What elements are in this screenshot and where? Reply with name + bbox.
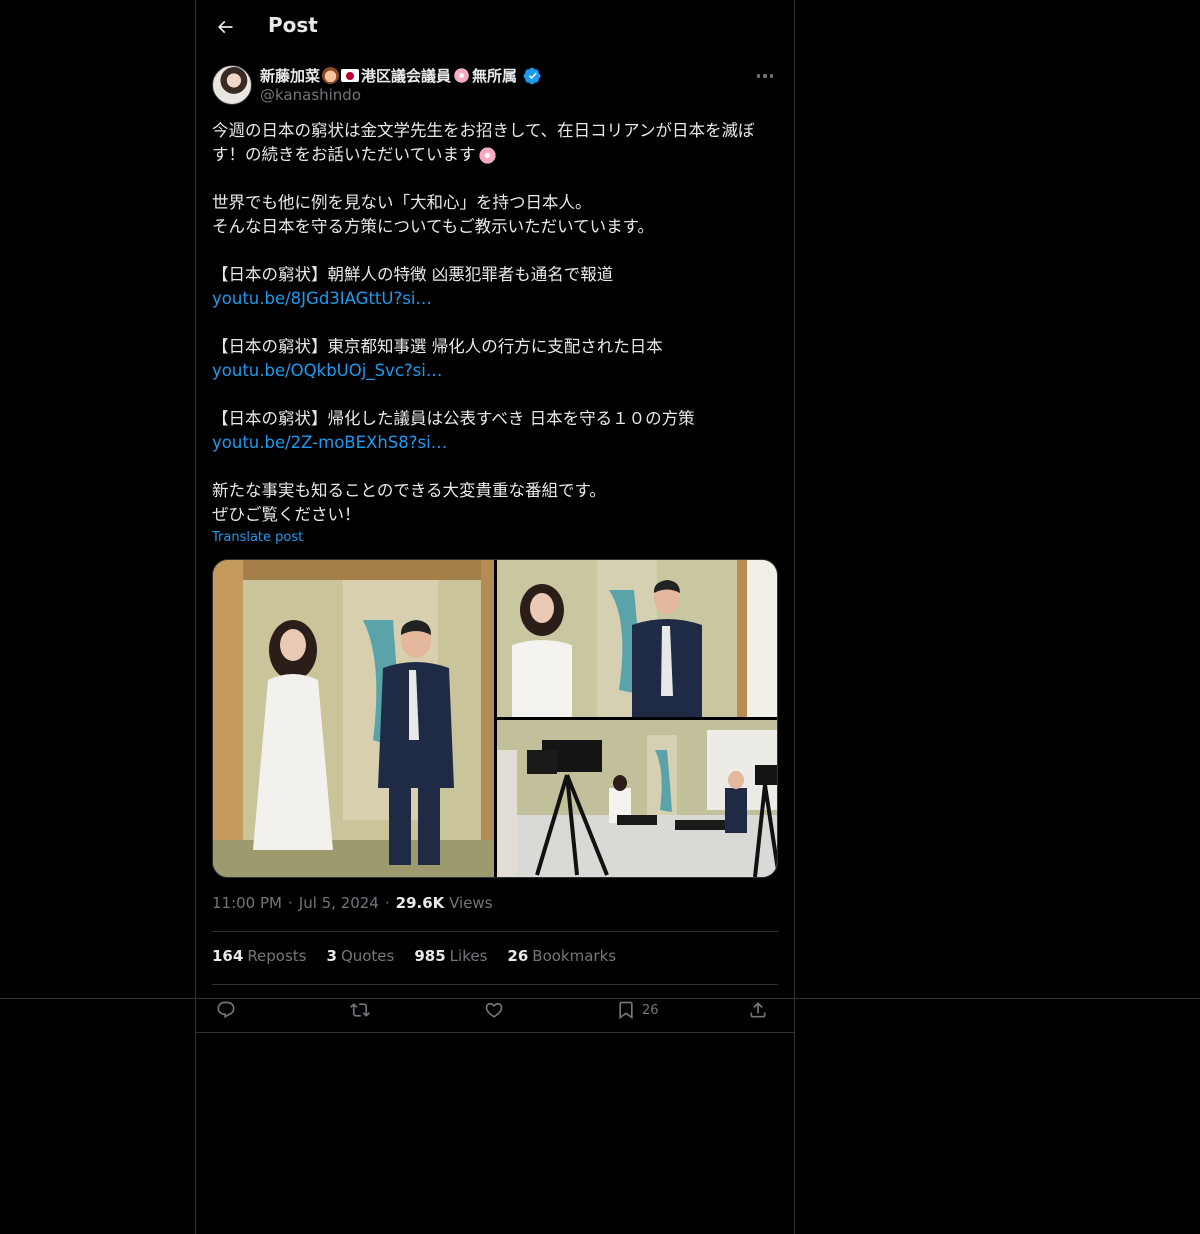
post-line: 新たな事実も知ることのできる大変貴重な番組です。 — [212, 481, 606, 500]
action-bar: 26 — [212, 996, 778, 1024]
more-options-button[interactable] — [752, 66, 778, 86]
photo-2[interactable] — [497, 560, 777, 717]
share-button[interactable] — [748, 996, 768, 1024]
reposts-count: 164 — [212, 947, 244, 965]
post-line: す！の続きをお話いただいています — [212, 143, 778, 167]
divider — [212, 984, 778, 985]
video-title: 【日本の窮状】東京都知事選 帰化人の行方に支配された日本 — [212, 337, 663, 356]
meta-separator: · — [384, 894, 390, 912]
verified-badge-icon — [523, 67, 541, 84]
japan-flag-icon — [341, 69, 360, 82]
more-dot-icon — [769, 74, 774, 78]
views-count: 29.6K — [395, 894, 445, 912]
bookmarks-stat[interactable]: 26 Bookmarks — [507, 947, 616, 965]
reply-button[interactable] — [216, 996, 236, 1024]
photo-3[interactable] — [497, 720, 777, 877]
more-dot-icon — [756, 74, 761, 78]
post-line: 世界でも他に例を見ない「大和心」を持つ日本人。 — [212, 193, 592, 212]
author-handle[interactable]: @kanashindo — [260, 86, 361, 104]
author-name-part2: 港区議会議員 — [361, 67, 452, 85]
repost-icon — [350, 1003, 370, 1017]
post-text: 今週の日本の窮状は金文学先生をお招きして、在日コリアンが日本を滅ぼ す！の続きを… — [212, 119, 778, 527]
more-dot-icon — [763, 74, 767, 78]
quotes-count: 3 — [326, 947, 337, 965]
primary-column: Post 新藤加菜 港区議会議員 無所属 @kanashindo 今週の日本の窮… — [195, 0, 795, 1234]
quotes-label: Quotes — [340, 947, 395, 965]
bookmark-count: 26 — [642, 1002, 659, 1018]
avatar[interactable] — [212, 65, 252, 105]
post-line: 今週の日本の窮状は金文学先生をお招きして、在日コリアンが日本を滅ぼ — [212, 121, 755, 140]
cherry-blossom-icon — [453, 67, 471, 84]
like-icon — [485, 1002, 503, 1018]
likes-stat[interactable]: 985 Likes — [414, 947, 487, 965]
video-link[interactable]: youtu.be/8JGd3IAGttU?si… — [212, 289, 432, 308]
post-line: そんな日本を守る方策についてもご教示いただいています。 — [212, 217, 655, 236]
post-time[interactable]: 11:00 PM — [212, 894, 282, 912]
bookmark-button[interactable]: 26 — [616, 996, 659, 1024]
video-title: 【日本の窮状】朝鮮人の特徴 凶悪犯罪者も通名で報道 — [212, 265, 614, 284]
post-author: 新藤加菜 港区議会議員 無所属 @kanashindo — [212, 64, 778, 108]
meta-separator: · — [287, 894, 293, 912]
likes-label: Likes — [449, 947, 488, 965]
author-name[interactable]: 新藤加菜 港区議会議員 無所属 — [260, 65, 541, 86]
post-header: Post — [196, 0, 794, 53]
back-button[interactable] — [208, 10, 242, 44]
repost-button[interactable] — [350, 996, 370, 1024]
bookmarks-label: Bookmarks — [532, 947, 617, 965]
translate-post-link[interactable]: Translate post — [212, 530, 303, 545]
author-name-part3: 無所属 — [472, 67, 518, 85]
views-label: Views — [449, 894, 493, 912]
post-date[interactable]: Jul 5, 2024 — [299, 894, 379, 912]
likes-count: 985 — [414, 947, 446, 965]
share-icon — [750, 1002, 766, 1018]
quotes-stat[interactable]: 3 Quotes — [327, 947, 395, 965]
dog-emoji-icon — [322, 67, 340, 84]
video-title: 【日本の窮状】帰化した議員は公表すべき 日本を守る１０の方策 — [212, 409, 695, 428]
video-link[interactable]: youtu.be/2Z-moBEXhS8?si… — [212, 433, 447, 452]
divider — [196, 1032, 794, 1033]
post-line-text: す！の続きをお話いただいています — [212, 145, 476, 164]
reposts-stat[interactable]: 164 Reposts — [212, 947, 307, 965]
reply-icon — [217, 1001, 235, 1019]
photo-1[interactable] — [213, 560, 494, 877]
media-grid — [212, 559, 778, 878]
bookmarks-count: 26 — [507, 947, 529, 965]
like-button[interactable] — [484, 996, 504, 1024]
post-stats: 164 Reposts 3 Quotes 985 Likes 26 Bookmarks — [212, 947, 778, 965]
post-meta: 11:00 PM · Jul 5, 2024 · 29.6K Views — [212, 894, 493, 912]
reposts-label: Reposts — [247, 947, 307, 965]
cherry-blossom-icon — [477, 146, 497, 165]
divider — [212, 931, 778, 932]
post-line: ぜひご覧ください！ — [212, 505, 361, 524]
bookmark-icon — [619, 1001, 633, 1020]
video-link[interactable]: youtu.be/OQkbUOj_Svc?si… — [212, 361, 442, 380]
author-name-part1: 新藤加菜 — [260, 67, 321, 85]
back-arrow-icon — [217, 20, 233, 34]
page-title: Post — [268, 13, 318, 37]
